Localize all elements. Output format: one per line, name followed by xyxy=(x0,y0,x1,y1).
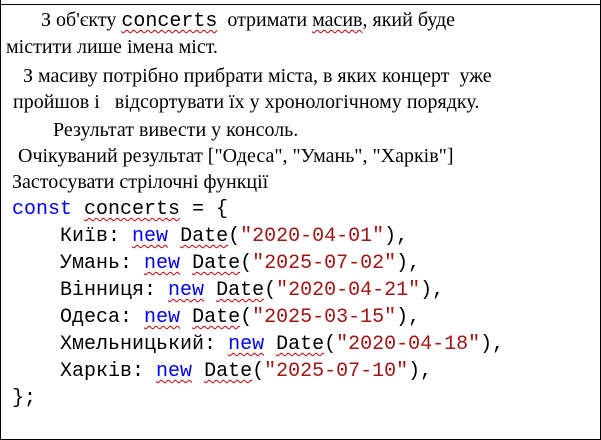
code-entry-city: Вінниця xyxy=(60,279,145,302)
code-entry-line: Вінниця: new Date("2020-04-21"), xyxy=(12,277,444,304)
task-line-1: З об'єкту concerts отримати масив, який … xyxy=(41,7,455,35)
task-line-5: Результат вивести у консоль. xyxy=(53,119,299,141)
code-keyword-new: new xyxy=(144,252,181,275)
code-entry-line: Харків: new Date("2025-07-10"), xyxy=(12,358,432,385)
code-date-ctor: Date xyxy=(192,252,241,275)
task-line-3: З масиву потрібно прибрати міста, в яких… xyxy=(23,65,492,87)
code-paren-close: ), xyxy=(384,225,409,248)
code-entry-line: Одеса: new Date("2025-03-15"), xyxy=(12,304,420,331)
task-line-4: пройшов і відсортувати їх у хронологічно… xyxy=(13,91,480,113)
code-line-open: const concerts = { xyxy=(12,196,228,223)
code-entry-date: "2020-04-21" xyxy=(276,279,421,302)
code-paren-open: ( xyxy=(252,360,265,383)
code-keyword-new: new xyxy=(144,306,181,329)
code-date-ctor: Date xyxy=(216,279,265,302)
task-line-7: Застосувати стрілочні функції xyxy=(12,171,269,193)
code-entry-date: "2020-04-01" xyxy=(240,225,385,248)
task-line-1-word-masyv: масив xyxy=(312,9,363,31)
code-entry-city: Київ xyxy=(60,225,109,248)
code-entry-date: "2020-04-18" xyxy=(336,333,481,356)
code-entry-colon: : xyxy=(120,306,145,329)
code-date-ctor: Date xyxy=(204,360,253,383)
code-entry-line: Умань: new Date("2025-07-02"), xyxy=(12,250,420,277)
code-paren-open: ( xyxy=(228,225,241,248)
code-entry-date: "2025-03-15" xyxy=(252,306,397,329)
code-date-ctor: Date xyxy=(192,306,241,329)
code-paren-close: ), xyxy=(408,360,433,383)
document-page: З об'єкту concerts отримати масив, який … xyxy=(0,0,601,440)
code-entry-colon: : xyxy=(204,333,229,356)
code-keyword-new: new xyxy=(228,333,265,356)
code-entry-city: Умань xyxy=(60,252,121,275)
code-paren-open: ( xyxy=(264,279,277,302)
code-entry-line: Хмельницький: new Date("2020-04-18"), xyxy=(12,331,504,358)
code-entry-city: Харків xyxy=(60,360,133,383)
code-entry-colon: : xyxy=(120,252,145,275)
code-paren-close: ), xyxy=(396,252,421,275)
task-line-1-pre: З об'єкту xyxy=(41,9,122,31)
inline-code-concerts: concerts xyxy=(121,10,218,33)
code-date-ctor: Date xyxy=(180,225,229,248)
code-entry-colon: : xyxy=(108,225,133,248)
code-entry-colon: : xyxy=(144,279,169,302)
task-line-1-post: , який буде xyxy=(362,9,456,31)
code-entry-city: Одеса xyxy=(60,306,121,329)
code-paren-open: ( xyxy=(240,252,253,275)
top-border xyxy=(1,0,600,5)
code-keyword-new: new xyxy=(132,225,169,248)
code-open-brace: = { xyxy=(180,198,229,221)
code-entry-date: "2025-07-10" xyxy=(264,360,409,383)
code-entry-line: Київ: new Date("2020-04-01"), xyxy=(12,223,408,250)
code-entry-date: "2025-07-02" xyxy=(252,252,397,275)
code-object-name: concerts xyxy=(84,198,181,221)
code-paren-close: ), xyxy=(480,333,505,356)
code-paren-open: ( xyxy=(240,306,253,329)
code-entry-city: Хмельницький xyxy=(60,333,205,356)
code-keyword-const: const xyxy=(12,198,73,221)
code-paren-close: ), xyxy=(396,306,421,329)
code-keyword-new: new xyxy=(156,360,193,383)
code-date-ctor: Date xyxy=(276,333,325,356)
code-paren-close: ), xyxy=(420,279,445,302)
code-line-close: }; xyxy=(12,387,37,410)
code-paren-open: ( xyxy=(324,333,337,356)
task-line-2: містити лише імена міст. xyxy=(6,36,218,58)
task-line-1-mid: отримати xyxy=(217,9,313,31)
task-line-6: Очікуваний результат ["Одеса", "Умань", … xyxy=(18,145,454,167)
code-keyword-new: new xyxy=(168,279,205,302)
code-entry-colon: : xyxy=(132,360,157,383)
